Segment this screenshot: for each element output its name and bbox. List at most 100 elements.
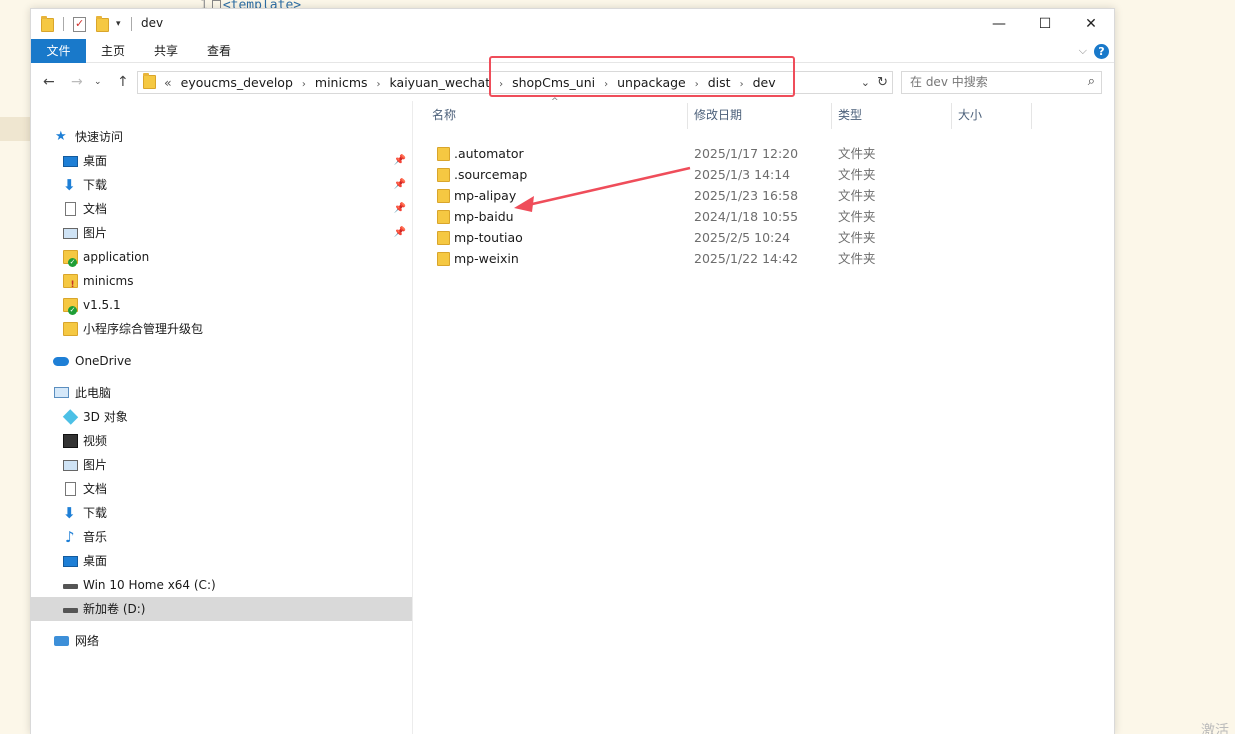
breadcrumb-overflow[interactable]: « <box>164 75 172 90</box>
nav-quick-access[interactable]: ★ 快速访问 <box>31 125 412 149</box>
nav-item-pc-documents[interactable]: 文档 <box>31 477 412 501</box>
document-icon <box>65 482 76 496</box>
search-input[interactable]: 在 dev 中搜索 ⌕ <box>901 71 1102 94</box>
nav-network[interactable]: 网络 <box>31 629 412 653</box>
column-divider[interactable] <box>831 103 832 129</box>
download-icon: ⬇ <box>63 504 76 522</box>
column-divider[interactable] <box>951 103 952 129</box>
nav-this-pc[interactable]: 此电脑 <box>31 381 412 405</box>
breadcrumb-separator-icon[interactable]: › <box>604 74 608 95</box>
nav-item-drive-d[interactable]: 新加卷 (D:) <box>31 597 412 621</box>
breadcrumb-item[interactable]: eyoucms_develop <box>181 72 293 93</box>
nav-item-application[interactable]: ✓ application <box>31 245 412 269</box>
column-type[interactable]: 类型 <box>838 107 862 123</box>
breadcrumb-item[interactable]: unpackage <box>617 72 686 93</box>
divider <box>63 17 64 31</box>
address-bar[interactable]: « eyoucms_develop › minicms › kaiyuan_wechat ›… <box>137 71 893 94</box>
nav-item-downloads[interactable]: ⬇ 下载 📌 <box>31 173 412 197</box>
nav-label: OneDrive <box>75 354 132 368</box>
folder-icon[interactable] <box>41 16 54 32</box>
desktop-icon <box>63 156 78 167</box>
tab-file[interactable]: 文件 <box>31 39 86 63</box>
column-divider[interactable] <box>687 103 688 129</box>
breadcrumb-item[interactable]: dist <box>708 72 731 93</box>
folder-icon <box>437 231 450 245</box>
computer-icon <box>54 387 69 398</box>
nav-item-videos[interactable]: 视频 <box>31 429 412 453</box>
breadcrumb-item[interactable]: minicms <box>315 72 368 93</box>
file-row[interactable]: mp-baidu 2024/1/18 10:55 文件夹 <box>415 206 1035 227</box>
maximize-button[interactable]: ☐ <box>1022 9 1068 39</box>
nav-item-upgrade-pack[interactable]: 小程序综合管理升级包 <box>31 317 412 341</box>
file-row[interactable]: mp-toutiao 2025/2/5 10:24 文件夹 <box>415 227 1035 248</box>
nav-item-documents[interactable]: 文档 📌 <box>31 197 412 221</box>
nav-item-v151[interactable]: ✓ v1.5.1 <box>31 293 412 317</box>
quick-access-dropdown-icon[interactable]: ▾ <box>116 19 121 29</box>
nav-item-drive-c[interactable]: Win 10 Home x64 (C:) <box>31 573 412 597</box>
refresh-icon[interactable]: ↻ <box>877 72 888 93</box>
nav-item-music[interactable]: ♪ 音乐 <box>31 525 412 549</box>
back-arrow-icon[interactable]: ← <box>43 74 55 90</box>
up-arrow-icon[interactable]: ↑ <box>117 74 129 90</box>
nav-item-desktop[interactable]: 桌面 📌 <box>31 149 412 173</box>
file-row[interactable]: mp-weixin 2025/1/22 14:42 文件夹 <box>415 248 1035 269</box>
column-divider[interactable] <box>1031 103 1032 129</box>
file-name: .automator <box>454 146 524 161</box>
breadcrumb-separator-icon[interactable]: › <box>499 74 503 95</box>
breadcrumb-separator-icon[interactable]: › <box>740 74 744 95</box>
picture-icon <box>63 460 78 471</box>
close-button[interactable]: ✕ <box>1068 9 1114 39</box>
nav-item-pc-pictures[interactable]: 图片 <box>31 453 412 477</box>
nav-item-minicms[interactable]: ! minicms <box>31 269 412 293</box>
breadcrumb-separator-icon[interactable]: › <box>302 74 306 95</box>
pin-icon[interactable]: 📌 <box>394 149 406 173</box>
tab-home[interactable]: 主页 <box>93 39 133 63</box>
recent-locations-chevron-icon[interactable]: ⌄ <box>94 77 102 87</box>
pin-icon[interactable]: 📌 <box>394 221 406 245</box>
file-explorer-window: ▾ dev — ☐ ✕ 文件 主页 共享 查看 ⌵ ? ← → ⌄ ↑ « eyo… <box>30 8 1115 734</box>
file-row[interactable]: .automator 2025/1/17 12:20 文件夹 <box>415 143 1035 164</box>
pin-icon[interactable]: 📌 <box>394 173 406 197</box>
drive-icon <box>63 584 78 589</box>
pin-icon[interactable]: 📌 <box>394 197 406 221</box>
nav-label: Win 10 Home x64 (C:) <box>83 578 216 592</box>
column-date[interactable]: 修改日期 <box>694 107 742 123</box>
file-type: 文件夹 <box>838 188 876 203</box>
folder-icon <box>437 210 450 224</box>
tab-share[interactable]: 共享 <box>146 39 186 63</box>
nav-item-pictures[interactable]: 图片 📌 <box>31 221 412 245</box>
breadcrumb-item[interactable]: dev <box>753 72 776 93</box>
breadcrumb-separator-icon[interactable]: › <box>695 74 699 95</box>
search-placeholder: 在 dev 中搜索 <box>910 75 988 89</box>
file-row[interactable]: .sourcemap 2025/1/3 14:14 文件夹 <box>415 164 1035 185</box>
tab-view[interactable]: 查看 <box>199 39 239 63</box>
expand-ribbon-chevron-icon[interactable]: ⌵ <box>1079 44 1087 58</box>
breadcrumb-item[interactable]: shopCms_uni <box>512 72 595 93</box>
forward-arrow-icon[interactable]: → <box>71 74 83 90</box>
file-row[interactable]: mp-alipay 2025/1/23 16:58 文件夹 <box>415 185 1035 206</box>
minimize-button[interactable]: — <box>976 9 1022 39</box>
properties-icon[interactable] <box>73 17 86 32</box>
sync-ok-icon: ✓ <box>68 306 77 315</box>
navigation-pane: ★ 快速访问 桌面 📌 ⬇ 下载 📌 文档 📌 图片 📌 ✓ applicati… <box>31 101 413 734</box>
title-bar[interactable]: ▾ dev — ☐ ✕ <box>31 9 1114 39</box>
new-folder-icon[interactable] <box>96 16 109 32</box>
breadcrumb-item[interactable]: kaiyuan_wechat <box>390 72 491 93</box>
file-list-pane: ^ 名称 修改日期 类型 大小 .automator 2025/1/17 12:… <box>415 97 1114 734</box>
nav-onedrive[interactable]: OneDrive <box>31 349 412 373</box>
search-icon[interactable]: ⌕ <box>1088 74 1095 89</box>
column-name[interactable]: 名称 <box>432 107 456 123</box>
nav-item-3d-objects[interactable]: 3D 对象 <box>31 405 412 429</box>
film-icon <box>63 434 78 448</box>
folder-icon: ! <box>63 274 78 290</box>
help-icon[interactable]: ? <box>1094 44 1109 59</box>
address-dropdown-icon[interactable]: ⌄ <box>861 72 870 93</box>
column-size[interactable]: 大小 <box>958 107 982 123</box>
folder-icon: ✓ <box>63 298 78 315</box>
breadcrumb-separator-icon[interactable]: › <box>377 74 381 95</box>
navigation-bar: ← → ⌄ ↑ « eyoucms_develop › minicms › kaiyuan… <box>31 63 1114 101</box>
nav-item-pc-desktop[interactable]: 桌面 <box>31 549 412 573</box>
nav-label: 小程序综合管理升级包 <box>83 322 204 336</box>
nav-item-pc-downloads[interactable]: ⬇ 下载 <box>31 501 412 525</box>
file-type: 文件夹 <box>838 209 876 224</box>
